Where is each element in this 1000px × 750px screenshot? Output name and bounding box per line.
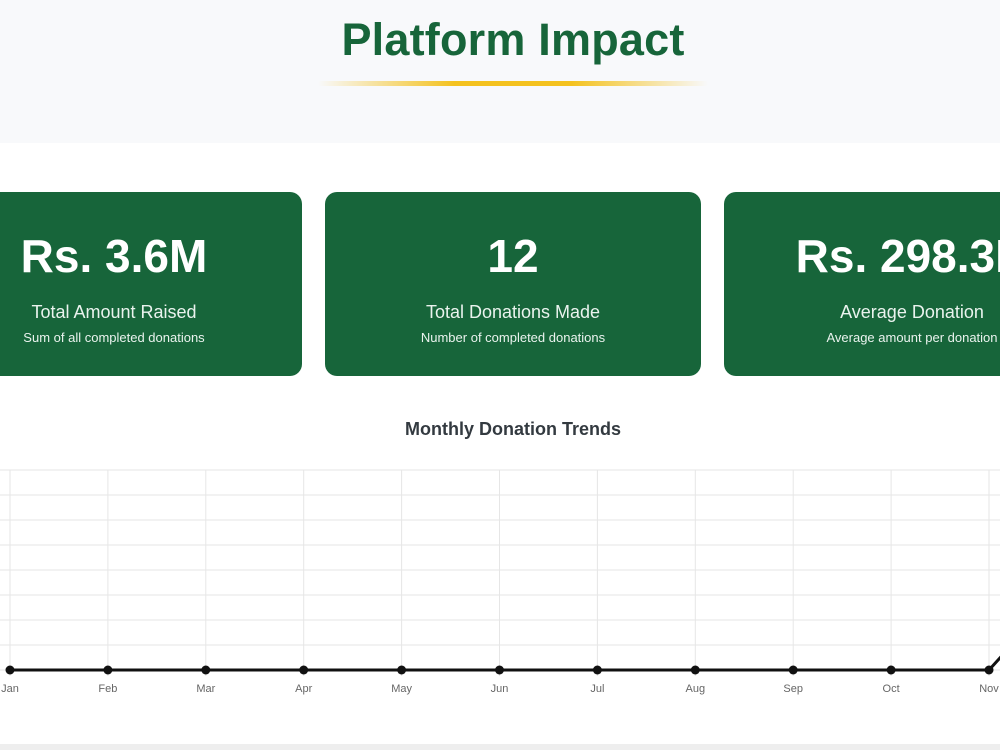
- x-tick-label: Apr: [295, 683, 312, 695]
- data-point-jun: [495, 665, 504, 675]
- data-point-apr: [299, 665, 309, 675]
- x-tick-label: Jan: [1, 683, 19, 695]
- data-point-jul: [592, 665, 602, 675]
- data-point-nov: [984, 665, 994, 675]
- page-bottom-edge: [0, 744, 1000, 750]
- x-tick-label: Oct: [883, 683, 900, 695]
- data-point-sep: [788, 665, 798, 675]
- x-tick-label: Sep: [783, 683, 803, 695]
- x-tick-label: Jul: [590, 683, 604, 695]
- x-tick-label: Mar: [196, 683, 215, 695]
- data-point-mar: [201, 665, 211, 675]
- x-tick-label: Aug: [686, 683, 706, 695]
- x-tick-label: May: [391, 683, 412, 695]
- data-point-may: [397, 665, 407, 675]
- x-tick-label: Nov: [979, 683, 999, 695]
- data-point-feb: [103, 665, 113, 675]
- series-line: [10, 655, 1000, 672]
- platform-impact-page: Platform Impact Rs. 3.6M Total Amount Ra…: [0, 0, 1000, 750]
- data-point-aug: [690, 665, 700, 675]
- x-tick-label: Feb: [98, 683, 117, 695]
- data-point-jan: [5, 665, 15, 675]
- data-point-oct: [886, 665, 896, 675]
- x-tick-label: Jun: [491, 683, 509, 695]
- monthly-donation-trends-chart[interactable]: Jan Feb Mar Apr May Jun Jul Aug Sep Oct Nov: [0, 0, 1000, 744]
